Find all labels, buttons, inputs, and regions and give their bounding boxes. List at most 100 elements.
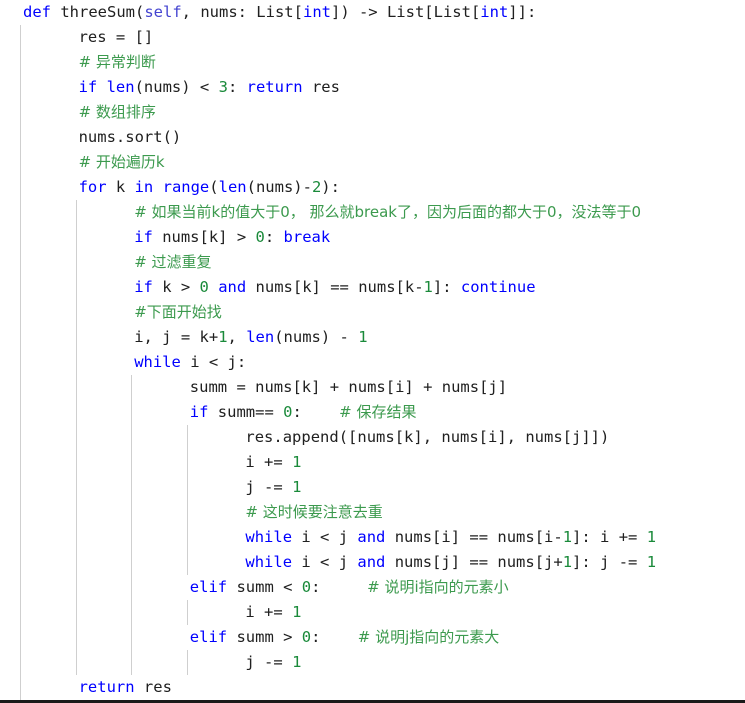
code-token-pl: ]: i += (572, 528, 647, 546)
code-line[interactable]: # 过滤重复 (0, 250, 745, 275)
code-token-pl: , nums: List[ (181, 3, 303, 21)
code-token-cmt: # 开始遍历k (78, 153, 165, 171)
code-token-kw: break (283, 228, 331, 246)
code-line[interactable]: res = [] (0, 25, 745, 50)
code-line[interactable]: elif summ > 0: # 说明j指向的元素大 (0, 625, 745, 650)
code-token-num: 2 (311, 178, 322, 196)
code-token-pl: (nums) < (134, 78, 219, 96)
code-token-pl: ]: (432, 278, 461, 296)
code-token-cmt: # 保存结果 (339, 403, 417, 421)
code-token-bi: len (106, 78, 135, 96)
code-token-pl: ]: j -= (572, 553, 647, 571)
code-token-num: 1 (358, 328, 368, 346)
code-line[interactable]: while i < j and nums[j] == nums[j+1]: j … (0, 550, 745, 575)
code-token-pl: nums[k] == nums[k- (246, 278, 424, 296)
code-token-kw: return (78, 678, 135, 696)
code-token-pl: res.append([nums[k], nums[i], nums[j]]) (245, 428, 610, 446)
code-token-kw: continue (460, 278, 536, 296)
code-token-kw: in (134, 178, 154, 196)
code-token-pl: threeSum( (51, 3, 145, 21)
code-line[interactable]: def threeSum(self, nums: List[int]) -> L… (0, 0, 745, 25)
code-token-cmt: #下面开始找 (134, 303, 222, 321)
code-token-bi: int (480, 3, 509, 21)
code-token-cmt: # 数组排序 (78, 103, 156, 121)
code-token-num: 1 (218, 328, 228, 346)
code-line[interactable]: # 如果当前k的值大于0， 那么就break了，因为后面的都大于0，没法等于0 (0, 200, 745, 225)
code-line[interactable]: if k > 0 and nums[k] == nums[k-1]: conti… (0, 275, 745, 300)
code-line[interactable]: return res (0, 675, 745, 700)
code-token-cmt: # 过滤重复 (134, 253, 212, 271)
code-token-pl: nums[j] == nums[j+ (385, 553, 563, 571)
code-token-pl: nums.sort() (78, 128, 182, 146)
code-token-pl: i += (245, 453, 293, 471)
code-token-pl: : (292, 403, 340, 421)
code-token-num: 1 (646, 528, 657, 546)
code-line[interactable]: i, j = k+1, len(nums) - 1 (0, 325, 745, 350)
code-line[interactable]: j -= 1 (0, 650, 745, 675)
code-token-kw: elif (189, 578, 228, 596)
code-token-pl: k (106, 178, 135, 196)
code-line[interactable]: elif summ < 0: # 说明i指向的元素小 (0, 575, 745, 600)
code-line[interactable]: # 数组排序 (0, 100, 745, 125)
code-line[interactable]: j -= 1 (0, 475, 745, 500)
code-line[interactable]: i += 1 (0, 450, 745, 475)
code-line[interactable]: nums.sort() (0, 125, 745, 150)
code-token-pl: (nums)- (246, 178, 312, 196)
code-token-pl: ]) -> List[List[ (330, 3, 481, 21)
code-line[interactable]: # 异常判断 (0, 50, 745, 75)
code-token-pl: i < j (292, 528, 358, 546)
code-line[interactable]: if len(nums) < 3: return res (0, 75, 745, 100)
code-token-kw: and (357, 528, 386, 546)
code-lines-container[interactable]: def threeSum(self, nums: List[int]) -> L… (0, 0, 745, 700)
code-token-pl: res = [] (78, 28, 154, 46)
code-token-pl: ]]: (508, 3, 537, 21)
code-token-pl: i, j = k+ (134, 328, 219, 346)
code-token-kw: if (78, 78, 107, 96)
code-token-pl: i < j (292, 553, 358, 571)
code-token-kw: elif (189, 628, 228, 646)
code-token-cmt: # 说明j指向的元素大 (357, 628, 500, 646)
code-token-cmt: # 说明i指向的元素小 (367, 578, 509, 596)
code-token-kw: if (189, 403, 209, 421)
code-token-kw: while (245, 528, 293, 546)
code-token-num: 1 (292, 603, 302, 621)
code-token-cmt: # 这时候要注意去重 (245, 503, 383, 521)
code-token-pl: j -= (245, 478, 293, 496)
code-token-kw: if (134, 228, 153, 246)
code-token-bi: range (162, 178, 210, 196)
code-token-kw: return (246, 78, 303, 96)
code-token-num: 1 (646, 553, 657, 571)
code-line[interactable]: while i < j: (0, 350, 745, 375)
code-token-pl: i < j: (180, 353, 247, 371)
code-line[interactable]: for k in range(len(nums)-2): (0, 175, 745, 200)
code-line[interactable]: if nums[k] > 0: break (0, 225, 745, 250)
code-token-num: 1 (423, 278, 433, 296)
code-token-kw: if (134, 278, 153, 296)
code-editor-viewport[interactable]: def threeSum(self, nums: List[int]) -> L… (0, 0, 745, 703)
code-line[interactable]: # 开始遍历k (0, 150, 745, 175)
code-line[interactable]: summ = nums[k] + nums[i] + nums[j] (0, 375, 745, 400)
code-token-pl: , (227, 328, 247, 346)
code-token-pl: res (134, 678, 172, 696)
code-token-num: 1 (292, 478, 302, 496)
code-line[interactable]: while i < j and nums[i] == nums[i- 1]: i … (0, 525, 745, 550)
code-token-bi: int (302, 3, 331, 21)
code-line[interactable]: i += 1 (0, 600, 745, 625)
code-token-num: 3 (218, 78, 228, 96)
code-token-num: 1 (562, 553, 573, 571)
code-token-cmt: # 异常判断 (78, 53, 156, 71)
code-line[interactable]: # 这时候要注意去重 (0, 500, 745, 525)
code-token-pl: summ < (227, 578, 302, 596)
code-token-pl: nums[k] > (152, 228, 256, 246)
code-token-num: 0 (301, 628, 312, 646)
code-line[interactable]: res.append([nums[k], nums[i], nums[j]]) (0, 425, 745, 450)
code-line[interactable]: if summ== 0: # 保存结果 (0, 400, 745, 425)
code-token-pl: ( (209, 178, 219, 196)
code-token-pl: nums[i] == nums[i- (385, 528, 563, 546)
code-token-pl: : (264, 228, 284, 246)
code-token-pl: summ > (227, 628, 302, 646)
code-line[interactable]: #下面开始找 (0, 300, 745, 325)
code-token-kw: def (23, 3, 51, 21)
